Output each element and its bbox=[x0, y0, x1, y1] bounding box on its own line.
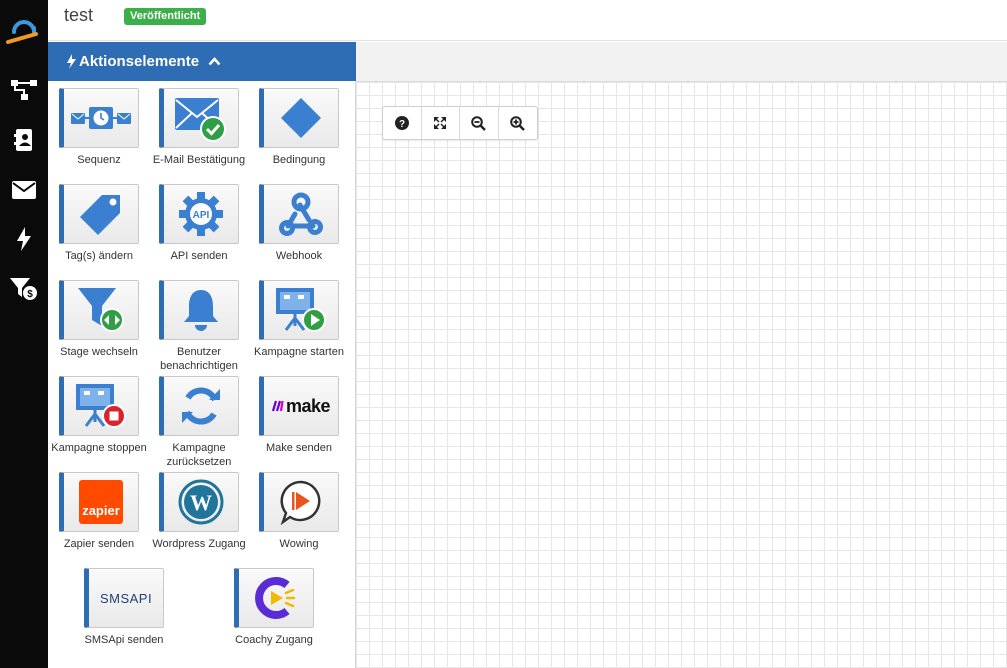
tile-kampagne-stoppen[interactable]: Kampagne stoppen bbox=[49, 376, 149, 455]
fit-screen-icon[interactable] bbox=[422, 107, 460, 139]
tile-label: Sequenz bbox=[77, 154, 121, 166]
funnel-switch-icon bbox=[59, 280, 139, 340]
tile-coachy-zugang[interactable]: Coachy Zugang bbox=[224, 568, 324, 647]
top-header: test Veröffentlicht bbox=[48, 0, 1007, 41]
status-badge: Veröffentlicht bbox=[124, 8, 207, 25]
bell-icon bbox=[159, 280, 239, 340]
tile-benutzer-benachrichtigen[interactable]: Benutzer benachrichtigen bbox=[149, 280, 249, 373]
tile-wordpress-zugang[interactable]: W Wordpress Zugang bbox=[149, 472, 249, 551]
zapier-logo-icon: zapier bbox=[59, 472, 139, 532]
tile-label: Webhook bbox=[275, 250, 323, 262]
panel-header-toggle[interactable]: Aktionselemente bbox=[48, 42, 356, 81]
logo-icon[interactable] bbox=[6, 10, 42, 46]
tile-label: E-Mail Bestätigung bbox=[152, 154, 246, 166]
tile-stage-wechseln[interactable]: Stage wechseln bbox=[49, 280, 149, 359]
tile-zapier-senden[interactable]: zapier Zapier senden bbox=[49, 472, 149, 551]
tile-label: Wordpress Zugang bbox=[152, 538, 246, 550]
bolt-icon bbox=[67, 54, 76, 69]
tile-label: SMSApi senden bbox=[84, 634, 164, 646]
contacts-icon[interactable] bbox=[9, 125, 39, 155]
webhook-icon bbox=[259, 184, 339, 244]
coachy-logo-icon bbox=[234, 568, 314, 628]
panel-title: Aktionselemente bbox=[79, 53, 200, 70]
tile-label: Coachy Zugang bbox=[235, 634, 313, 646]
tile-wowing[interactable]: Wowing bbox=[249, 472, 349, 551]
action-elements-panel: Aktionselemente Sequenz E-Mail Bestätigu… bbox=[48, 42, 356, 668]
tile-smsapi-senden[interactable]: SMSAPI SMSApi senden bbox=[74, 568, 174, 647]
tile-bedingung[interactable]: Bedingung bbox=[249, 88, 349, 167]
flow-canvas[interactable]: ? bbox=[356, 82, 1007, 668]
tile-email-bestaetigung[interactable]: E-Mail Bestätigung bbox=[149, 88, 249, 167]
make-logo-icon: make bbox=[259, 376, 339, 436]
tile-kampagne-zuruecksetzen[interactable]: Kampagne zurücksetzen bbox=[149, 376, 249, 469]
tile-label: Wowing bbox=[279, 538, 319, 550]
flow-icon[interactable] bbox=[9, 75, 39, 105]
tile-sequenz[interactable]: Sequenz bbox=[49, 88, 149, 167]
tile-label: Tag(s) ändern bbox=[65, 250, 133, 262]
svg-text:W: W bbox=[190, 490, 212, 515]
flow-title[interactable]: test bbox=[64, 5, 93, 26]
canvas-toolbar-strip bbox=[356, 42, 1007, 82]
tile-label: API senden bbox=[170, 250, 228, 262]
tile-webhook[interactable]: Webhook bbox=[249, 184, 349, 263]
tile-label: Kampagne stoppen bbox=[51, 442, 147, 454]
email-confirm-icon bbox=[159, 88, 239, 148]
svg-text:?: ? bbox=[399, 119, 405, 130]
condition-diamond-icon bbox=[259, 88, 339, 148]
svg-text:$: $ bbox=[27, 289, 33, 300]
bolt-icon[interactable] bbox=[9, 224, 39, 254]
tile-label: Bedingung bbox=[272, 154, 326, 166]
chevron-up-icon bbox=[208, 57, 221, 66]
reset-icon bbox=[159, 376, 239, 436]
campaign-stop-icon bbox=[59, 376, 139, 436]
tile-label: Make senden bbox=[265, 442, 333, 454]
help-icon[interactable]: ? bbox=[383, 107, 422, 139]
tile-tags-aendern[interactable]: Tag(s) ändern bbox=[49, 184, 149, 263]
tile-label: Kampagne zurücksetzen bbox=[166, 442, 232, 468]
tile-label: Kampagne starten bbox=[254, 346, 344, 358]
zoom-out-icon[interactable] bbox=[460, 107, 499, 139]
smsapi-logo-icon: SMSAPI bbox=[84, 568, 164, 628]
api-gear-icon: API bbox=[159, 184, 239, 244]
funnel-dollar-icon[interactable]: $ bbox=[9, 274, 39, 304]
tag-icon bbox=[59, 184, 139, 244]
tile-label: Stage wechseln bbox=[60, 346, 138, 358]
zoom-in-icon[interactable] bbox=[499, 107, 538, 139]
svg-text:API: API bbox=[193, 210, 210, 221]
sequence-icon bbox=[59, 88, 139, 148]
tile-api-senden[interactable]: API API senden bbox=[149, 184, 249, 263]
tile-label: Zapier senden bbox=[63, 538, 135, 550]
campaign-start-icon bbox=[259, 280, 339, 340]
left-nav-rail: $ bbox=[0, 0, 48, 668]
tile-make-senden[interactable]: make Make senden bbox=[249, 376, 349, 455]
wordpress-logo-icon: W bbox=[159, 472, 239, 532]
tile-kampagne-starten[interactable]: Kampagne starten bbox=[249, 280, 349, 359]
zoom-toolbar: ? bbox=[382, 106, 538, 140]
tile-label: Benutzer benachrichtigen bbox=[160, 346, 238, 372]
wowing-logo-icon bbox=[259, 472, 339, 532]
mail-icon[interactable] bbox=[9, 175, 39, 205]
